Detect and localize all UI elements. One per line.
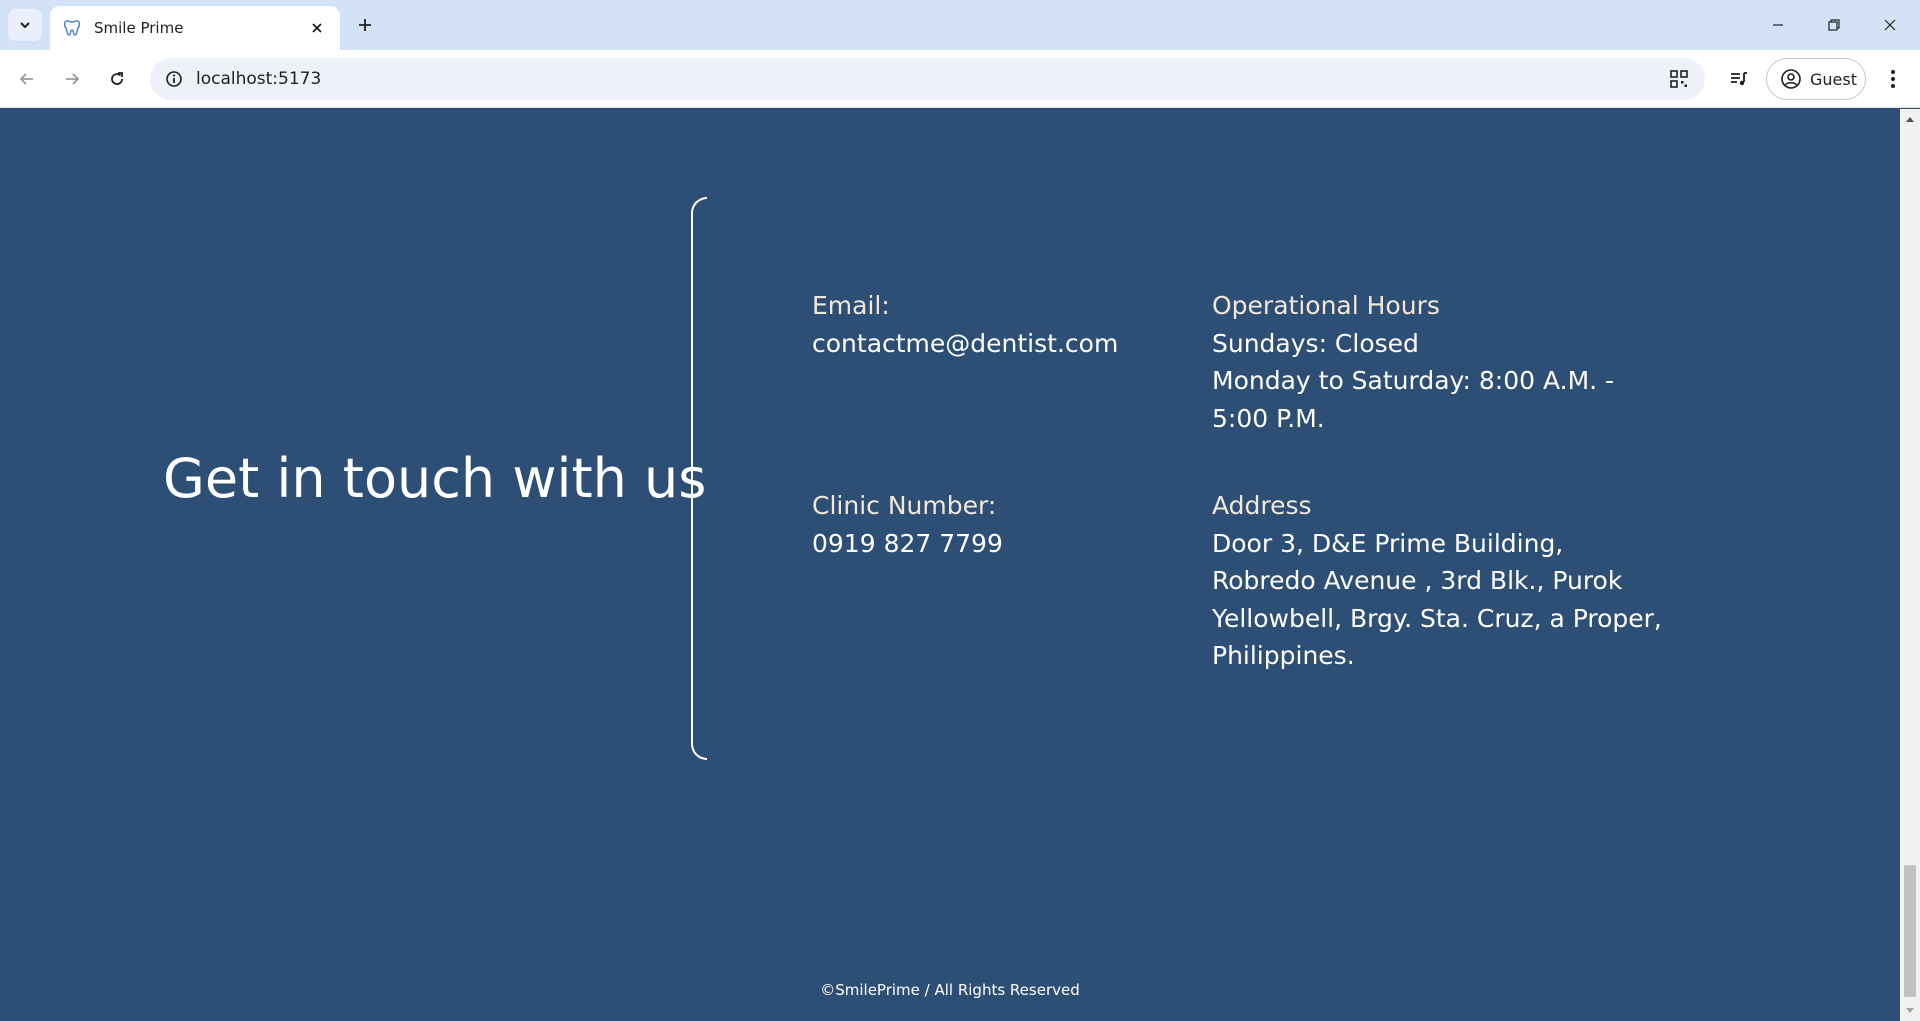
address-line-4: Philippines. — [1212, 641, 1355, 670]
hours-block: Operational Hours Sundays: Closed Monday… — [1212, 287, 1614, 437]
site-info-icon[interactable] — [162, 67, 186, 91]
more-vertical-icon — [1891, 70, 1895, 88]
reload-button[interactable] — [100, 62, 134, 96]
scroll-down-arrow-icon[interactable] — [1900, 1001, 1920, 1021]
address-bar[interactable]: localhost:5173 — [150, 58, 1705, 100]
minimize-icon — [1773, 24, 1783, 26]
email-label: Email: — [812, 291, 890, 320]
tab-strip: Smile Prime — [0, 0, 1920, 50]
email-value[interactable]: contactme@dentist.com — [812, 325, 1118, 363]
contact-heading: Get in touch with us — [163, 447, 707, 510]
address-block: Address Door 3, D&E Prime Building, Robr… — [1212, 487, 1662, 675]
phone-label: Clinic Number: — [812, 491, 997, 520]
minimize-button[interactable] — [1750, 0, 1806, 50]
phone-value[interactable]: 0919 827 7799 — [812, 525, 1003, 563]
scroll-up-arrow-icon[interactable] — [1900, 109, 1920, 129]
hours-label: Operational Hours — [1212, 291, 1440, 320]
chevron-down-icon — [20, 22, 30, 29]
close-icon — [1884, 19, 1896, 31]
email-block: Email: contactme@dentist.com — [812, 287, 1118, 362]
address-line-2: Robredo Avenue , 3rd Blk., Purok — [1212, 566, 1623, 595]
profile-label: Guest — [1810, 69, 1857, 89]
close-window-button[interactable] — [1862, 0, 1918, 50]
profile-button[interactable]: Guest — [1766, 58, 1866, 100]
hours-line-sunday: Sundays: Closed — [1212, 328, 1419, 358]
address-line-3: Yellowbell, Brgy. Sta. Cruz, a Proper, — [1212, 603, 1662, 633]
music-queue-icon — [1731, 72, 1747, 86]
page-scrollbar[interactable] — [1900, 109, 1920, 1021]
tab-search-button[interactable] — [8, 9, 42, 41]
tab-title: Smile Prime — [94, 19, 184, 37]
tooth-icon — [62, 18, 82, 38]
qr-code-icon[interactable] — [1661, 61, 1697, 97]
tab-smile-prime[interactable]: Smile Prime — [50, 6, 340, 50]
scrollbar-thumb[interactable] — [1904, 865, 1916, 997]
account-circle-icon — [1781, 69, 1801, 89]
restore-icon — [1828, 19, 1840, 31]
close-tab-icon[interactable] — [306, 17, 328, 39]
arrow-right-icon — [66, 73, 80, 85]
section-divider — [691, 197, 707, 760]
reload-icon — [111, 72, 123, 85]
hours-line-weekday: Monday to Saturday: 8:00 A.M. - — [1212, 366, 1615, 395]
page-viewport: Get in touch with us Email: contactme@de… — [0, 109, 1900, 1021]
plus-icon — [359, 19, 371, 31]
new-tab-button[interactable] — [350, 10, 380, 40]
forward-button[interactable] — [55, 62, 89, 96]
back-button[interactable] — [10, 62, 44, 96]
address-label: Address — [1212, 491, 1312, 520]
arrow-left-icon — [19, 73, 33, 85]
media-controls-button[interactable] — [1722, 62, 1756, 96]
phone-block: Clinic Number: 0919 827 7799 — [812, 487, 1003, 562]
hours-line-weekday-end: 5:00 P.M. — [1212, 403, 1325, 433]
browser-toolbar: localhost:5173 Guest — [0, 50, 1920, 108]
address-line-1: Door 3, D&E Prime Building, — [1212, 528, 1564, 558]
url-text[interactable]: localhost:5173 — [196, 69, 1661, 89]
restore-button[interactable] — [1806, 0, 1862, 50]
footer-copyright: ©SmilePrime / All Rights Reserved — [820, 981, 1080, 999]
browser-menu-button[interactable] — [1876, 62, 1910, 96]
